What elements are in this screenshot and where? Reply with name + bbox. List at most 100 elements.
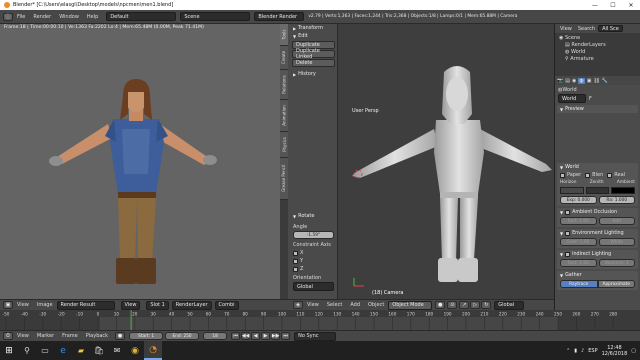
edge-button[interactable]: e [54,341,72,360]
preview-header[interactable]: ▼ Preview [557,105,638,113]
checkbox-z[interactable] [293,266,298,272]
gather-raytrace-button[interactable]: Raytrace [560,280,598,288]
tray-up-arrow-icon[interactable]: ⌃ [566,348,570,354]
start-frame-field[interactable]: Start: 1 [129,332,164,340]
render-tab-icon[interactable]: 📷 [557,78,563,84]
pivot-icon[interactable]: ⊙ [447,301,458,309]
ambient-occlusion-toggle[interactable] [565,209,571,215]
checkbox-real[interactable] [607,172,613,178]
transform-panel-header[interactable]: ▶ Transform [290,24,337,32]
chrome-button[interactable]: ◉ [126,341,144,360]
world-tab-icon[interactable]: ◍ [578,77,585,84]
axis-y-checkbox[interactable]: Y [290,258,337,264]
menu-render[interactable]: Render [33,14,51,20]
prev-key-icon[interactable]: ◀◀ [241,332,251,340]
range-field[interactable]: Ra: 1.000 [598,196,635,204]
tree-world[interactable]: ◍ World [559,49,636,56]
timeline-frame-menu[interactable]: Frame [62,333,78,339]
play-icon[interactable]: ▶ [261,332,271,340]
environment-lighting-toggle[interactable] [565,230,571,236]
rotate-icon[interactable]: ↻ [481,301,492,309]
menu-window[interactable]: Window [59,14,79,20]
scene-tab-icon[interactable]: ◉ [572,78,576,84]
editor-type-icon[interactable]: ⓘ [3,12,13,21]
render-layer-dropdown[interactable]: RenderLayer [171,300,212,310]
timeline-marker-menu[interactable]: Marker [37,333,54,339]
play-reverse-icon[interactable]: ◀ [251,332,261,340]
ambient-occlusion-header[interactable]: ▼ Ambient Occlusion [557,208,638,216]
angle-field[interactable]: -1.59° [293,231,334,239]
mail-button[interactable]: ✉ [108,341,126,360]
timeline-playback-menu[interactable]: Playback [86,333,108,339]
edit-panel-header[interactable]: ▼ Edit [290,32,337,40]
tab-relations[interactable]: Relations [280,70,288,100]
tab-animation[interactable]: Animation [280,100,288,132]
shelf-scroll-gutter[interactable] [337,24,346,299]
delete-button[interactable]: Delete [292,59,335,67]
checkbox-blend[interactable] [585,172,591,178]
network-icon[interactable]: ▮ [574,348,577,354]
3d-object-menu[interactable]: Object [368,302,384,308]
image-view-dropdown[interactable]: View [120,300,141,310]
image-editor-render[interactable]: Frame:18 | Time:00:00:10 | Ve:1363 Fa:22… [0,24,280,299]
menu-file[interactable]: File [17,14,25,20]
modifier-tab-icon[interactable]: 🔧 [602,78,608,84]
checkbox-y[interactable] [293,258,298,264]
ao-blend-dropdown[interactable]: Add [598,217,635,225]
gather-header[interactable]: ▼ Gather [557,271,638,279]
checkbox-paper[interactable] [560,172,565,178]
editor-type-image-icon[interactable]: ▣ [3,301,13,309]
sync-dropdown[interactable]: No Sync [294,331,337,341]
ao-factor-field[interactable]: Fact: 1.00 [560,217,597,225]
store-button[interactable]: 🛍 [90,341,108,360]
blender-taskbar-button[interactable]: ◔ [144,341,162,360]
language-indicator[interactable]: ESP [588,348,597,354]
indirect-lighting-toggle[interactable] [565,251,571,257]
minimize-button[interactable]: — [586,0,604,10]
close-button[interactable]: ✕ [622,0,640,10]
il-factor-field[interactable]: Fact: 1.00 [560,259,597,267]
3d-add-menu[interactable]: Add [350,302,360,308]
menu-help[interactable]: Help [87,14,98,20]
env-energy-field[interactable]: Ener: 1.00 [560,238,597,246]
history-panel-header[interactable]: ▶ History [290,70,337,78]
exposure-field[interactable]: Exp: 0.000 [560,196,597,204]
zenith-color-swatch[interactable] [585,187,610,194]
tree-armature[interactable]: ⚲ Armature [559,56,636,63]
3d-view-menu[interactable]: View [307,302,319,308]
env-color-dropdown[interactable]: White [598,238,635,246]
blend-sky-checkbox[interactable]: Blen [585,172,603,178]
scene-dropdown[interactable]: Scene [180,12,251,21]
environment-lighting-header[interactable]: ▼ Environment Lighting [557,229,638,237]
notifications-icon[interactable]: ▢ [631,348,636,354]
tab-tools[interactable]: Tools [280,24,288,46]
image-datablock-dropdown[interactable]: Render Result [56,300,115,310]
explorer-button[interactable]: ▰ [72,341,90,360]
orientation-dropdown[interactable]: Global [293,282,334,291]
real-sky-checkbox[interactable]: Real [607,172,625,178]
editor-type-3d-icon[interactable]: ◈ [293,301,303,309]
image-view-menu[interactable]: View [17,302,29,308]
timeline-editor[interactable]: -50 -40 -30 -20 -10 0 10 20 30 40 50 60 70 80 90 100 110… [0,310,640,330]
start-button[interactable]: ⊞ [0,341,18,360]
next-key-icon[interactable]: ▶▶ [271,332,281,340]
slot-dropdown[interactable]: Slot 1 [146,300,169,310]
il-bounces-field[interactable]: Bounces: 1 [598,259,635,267]
gather-approximate-button[interactable]: Approximate [597,280,635,288]
layers-tab-icon[interactable]: ▤ [565,78,570,84]
axis-z-checkbox[interactable]: Z [290,266,337,272]
tab-physics[interactable]: Physics [280,132,288,158]
world-header[interactable]: ▼ World [557,163,638,171]
current-frame-field[interactable]: 18 [203,332,228,340]
constraints-tab-icon[interactable]: ⛓ [593,78,599,84]
render-engine-dropdown[interactable]: Blender Render [254,12,305,21]
tab-grease-pencil[interactable]: Grease Pencil [280,158,288,200]
jump-end-icon[interactable]: ⏭ [281,332,291,340]
outliner-search-menu[interactable]: Search [578,26,595,32]
editor-type-timeline-icon[interactable]: ⏱ [3,332,13,340]
render-pass-dropdown[interactable]: Combi [214,300,239,310]
tree-renderlayers[interactable]: ▤ RenderLayers [559,42,636,49]
paper-sky-checkbox[interactable]: Paper [560,172,581,178]
3d-viewport[interactable]: User Persp (18) Camera [346,24,554,299]
record-icon[interactable]: ● [115,332,126,340]
